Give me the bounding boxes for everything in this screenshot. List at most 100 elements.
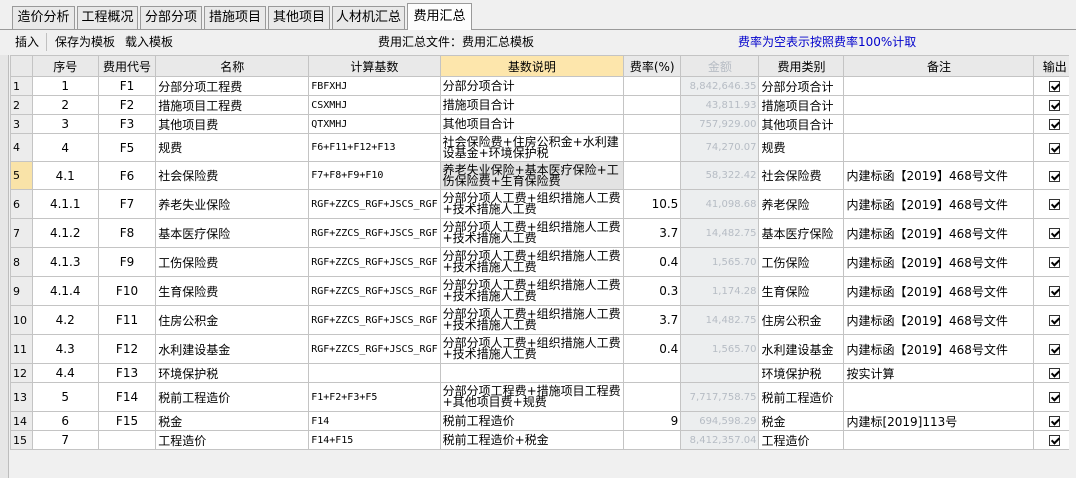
code-cell[interactable]: F15	[97, 411, 157, 431]
category-cell[interactable]: 税金	[758, 411, 845, 431]
amount-cell[interactable]: 41,098.68	[680, 189, 760, 219]
code-cell[interactable]: F1	[97, 76, 157, 96]
output-checkbox[interactable]	[1049, 199, 1061, 210]
code-cell[interactable]: F11	[97, 305, 157, 335]
table-row[interactable]: 1 1 F1 分部分项工程费 FBFXHJ 分部分项合计 8,842,646.35 分部分项合…	[10, 76, 1076, 96]
output-checkbox[interactable]	[1049, 416, 1061, 427]
output-checkbox[interactable]	[1049, 344, 1061, 355]
col-name[interactable]: 名称	[155, 55, 310, 77]
rate-cell[interactable]	[623, 363, 682, 383]
col-category[interactable]: 费用类别	[758, 55, 845, 77]
amount-cell[interactable]: 14,482.75	[680, 218, 760, 248]
base-cell[interactable]: RGF+ZZCS_RGF+JSCS_RGF	[308, 247, 441, 277]
row-index-cell[interactable]: 12	[10, 363, 33, 383]
col-seq[interactable]: 序号	[31, 55, 99, 77]
code-cell[interactable]: F5	[97, 133, 157, 162]
base-desc-cell[interactable]: 分部分项人工费+组织措施人工费+技术措施人工费	[439, 276, 625, 306]
category-cell[interactable]: 环境保护税	[758, 363, 845, 383]
amount-cell[interactable]: 1,174.28	[680, 276, 760, 306]
rate-cell[interactable]	[623, 95, 682, 115]
col-code[interactable]: 费用代号	[97, 55, 157, 77]
name-cell[interactable]: 社会保险费	[155, 161, 310, 190]
tab-cost-summary[interactable]: 费用汇总	[407, 3, 472, 30]
rate-cell[interactable]: 10.5	[623, 189, 682, 219]
output-checkbox[interactable]	[1049, 170, 1061, 182]
category-cell[interactable]: 住房公积金	[758, 305, 845, 335]
seq-cell[interactable]: 4.3	[31, 334, 99, 364]
name-cell[interactable]: 工伤保险费	[155, 247, 310, 277]
rate-cell[interactable]: 0.4	[623, 247, 682, 277]
row-index-cell[interactable]: 15	[10, 430, 33, 450]
rate-cell[interactable]: 0.3	[623, 276, 682, 306]
seq-cell[interactable]: 1	[31, 76, 99, 96]
base-cell[interactable]: F14	[308, 411, 441, 431]
category-cell[interactable]: 税前工程造价	[758, 382, 845, 412]
output-checkbox[interactable]	[1049, 142, 1061, 154]
base-cell[interactable]: F14+F15	[308, 430, 441, 450]
table-row[interactable]: 6 4.1.1 F7 养老失业保险 RGF+ZZCS_RGF+JSCS_RGF 分部分项人…	[10, 189, 1076, 219]
name-cell[interactable]: 基本医疗保险	[155, 218, 310, 248]
rate-cell[interactable]: 9	[623, 411, 682, 431]
rate-cell[interactable]	[623, 430, 682, 450]
table-row[interactable]: 15 7 工程造价 F14+F15 税前工程造价+税金 8,412,357.04 工程造价	[10, 430, 1076, 450]
seq-cell[interactable]: 6	[31, 411, 99, 431]
remark-cell[interactable]: 按实计算	[843, 363, 1035, 383]
tab-cost-analysis[interactable]: 造价分析	[12, 6, 75, 29]
base-cell[interactable]: F6+F11+F12+F13	[308, 133, 441, 162]
rate-cell[interactable]	[623, 133, 682, 162]
output-checkbox[interactable]	[1049, 392, 1061, 403]
base-desc-cell[interactable]: 税前工程造价	[439, 411, 625, 431]
base-cell[interactable]: RGF+ZZCS_RGF+JSCS_RGF	[308, 218, 441, 248]
base-desc-cell[interactable]: 税前工程造价+税金	[439, 430, 625, 450]
save-template-button[interactable]: 保存为模板	[55, 33, 115, 51]
code-cell[interactable]: F2	[97, 95, 157, 115]
table-row[interactable]: 12 4.4 F13 环境保护税 环境保护税 按实计算	[10, 363, 1076, 383]
base-cell[interactable]: CSXMHJ	[308, 95, 441, 115]
code-cell[interactable]: F13	[97, 363, 157, 383]
category-cell[interactable]: 养老保险	[758, 189, 845, 219]
row-index-cell[interactable]: 14	[10, 411, 33, 431]
base-desc-cell[interactable]	[439, 363, 625, 383]
col-amount[interactable]: 金额	[680, 55, 760, 77]
table-row[interactable]: 10 4.2 F11 住房公积金 RGF+ZZCS_RGF+JSCS_RGF 分部分项人工…	[10, 305, 1076, 335]
amount-cell[interactable]: 694,598.29	[680, 411, 760, 431]
base-desc-cell[interactable]: 分部分项人工费+组织措施人工费+技术措施人工费	[439, 305, 625, 335]
remark-cell[interactable]	[843, 114, 1035, 134]
name-cell[interactable]: 工程造价	[155, 430, 310, 450]
category-cell[interactable]: 生育保险	[758, 276, 845, 306]
category-cell[interactable]: 社会保险费	[758, 161, 845, 190]
rate-cell[interactable]	[623, 114, 682, 134]
amount-cell[interactable]: 74,270.07	[680, 133, 760, 162]
amount-cell[interactable]: 8,842,646.35	[680, 76, 760, 96]
base-desc-cell[interactable]: 分部分项人工费+组织措施人工费+技术措施人工费	[439, 189, 625, 219]
amount-cell[interactable]	[680, 363, 760, 383]
name-cell[interactable]: 税前工程造价	[155, 382, 310, 412]
seq-cell[interactable]: 3	[31, 114, 99, 134]
col-base[interactable]: 计算基数	[308, 55, 441, 77]
insert-button[interactable]: 插入	[15, 33, 39, 51]
seq-cell[interactable]: 4.4	[31, 363, 99, 383]
row-index-cell[interactable]: 3	[10, 114, 33, 134]
col-base-desc[interactable]: 基数说明	[439, 55, 625, 77]
seq-cell[interactable]: 4.1	[31, 161, 99, 190]
remark-cell[interactable]: 内建标函【2019】468号文件	[843, 334, 1035, 364]
base-cell[interactable]: RGF+ZZCS_RGF+JSCS_RGF	[308, 276, 441, 306]
remark-cell[interactable]: 内建标函【2019】468号文件	[843, 218, 1035, 248]
remark-cell[interactable]: 内建标函【2019】468号文件	[843, 305, 1035, 335]
table-row[interactable]: 8 4.1.3 F9 工伤保险费 RGF+ZZCS_RGF+JSCS_RGF 分部分项人工…	[10, 247, 1076, 277]
row-index-cell[interactable]: 13	[10, 382, 33, 412]
name-cell[interactable]: 措施项目工程费	[155, 95, 310, 115]
output-checkbox[interactable]	[1049, 435, 1061, 446]
remark-cell[interactable]: 内建标函【2019】468号文件	[843, 189, 1035, 219]
category-cell[interactable]: 水利建设基金	[758, 334, 845, 364]
name-cell[interactable]: 水利建设基金	[155, 334, 310, 364]
remark-cell[interactable]	[843, 430, 1035, 450]
row-index-cell[interactable]: 8	[10, 247, 33, 277]
output-checkbox[interactable]	[1049, 100, 1061, 111]
rate-cell[interactable]	[623, 161, 682, 190]
table-row[interactable]: 5 4.1 F6 社会保险费 F7+F8+F9+F10 养老失业保险+基本医疗保险+工伤保…	[10, 161, 1076, 190]
row-index-cell[interactable]: 9	[10, 276, 33, 306]
output-checkbox[interactable]	[1049, 119, 1061, 130]
seq-cell[interactable]: 4.1.2	[31, 218, 99, 248]
output-checkbox[interactable]	[1049, 286, 1061, 297]
